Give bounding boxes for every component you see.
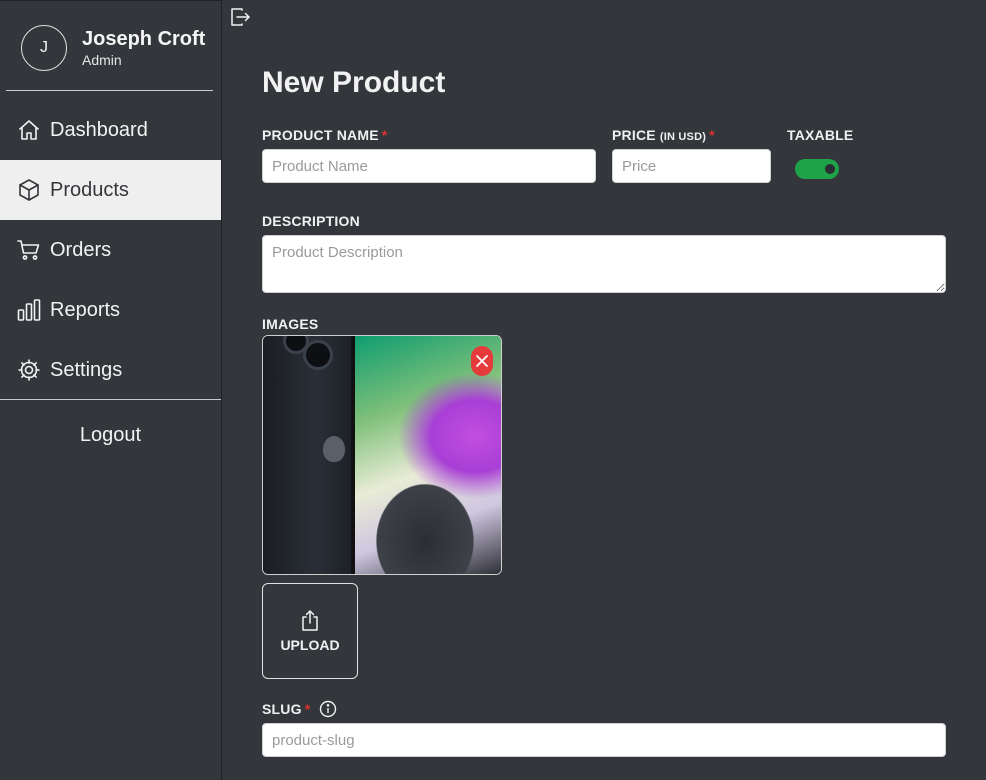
- sidebar-item-label: Reports: [50, 298, 121, 321]
- required-mark: *: [709, 127, 715, 143]
- product-image-thumbnail[interactable]: [262, 335, 502, 575]
- user-name: Joseph Croft: [82, 28, 206, 50]
- avatar: J: [21, 25, 67, 71]
- app-window: J Joseph Croft Admin Dashboard Products: [0, 0, 986, 780]
- label-text: PRODUCT NAME: [262, 127, 379, 143]
- slug-input[interactable]: [262, 723, 946, 757]
- sidebar-item-label: Products: [50, 178, 129, 201]
- sidebar-item-label: Dashboard: [50, 118, 148, 141]
- label-text: SLUG: [262, 701, 302, 717]
- box-icon: [16, 177, 42, 203]
- toggle-knob: [825, 164, 835, 174]
- product-name-label: PRODUCT NAME *: [262, 127, 387, 143]
- remove-image-button[interactable]: [471, 346, 493, 376]
- upload-icon: [302, 610, 318, 631]
- sidebar-item-orders[interactable]: Orders: [0, 220, 221, 280]
- description-textarea[interactable]: [262, 235, 946, 293]
- price-input[interactable]: [612, 149, 771, 183]
- label-text: PRICE: [612, 127, 656, 143]
- price-label: PRICE (IN USD) *: [612, 127, 715, 143]
- required-mark: *: [304, 701, 311, 717]
- gear-icon: [16, 357, 42, 383]
- sidebar-divider: [0, 399, 221, 400]
- sidebar-item-products[interactable]: Products: [0, 160, 221, 220]
- sidebar: J Joseph Croft Admin Dashboard Products: [0, 0, 222, 780]
- sidebar-divider: [6, 90, 213, 91]
- sidebar-item-dashboard[interactable]: Dashboard: [0, 100, 221, 160]
- home-icon: [16, 117, 42, 143]
- profile-text: Joseph Croft Admin: [82, 27, 205, 69]
- camera-lens: [303, 340, 333, 370]
- upload-button[interactable]: UPLOAD: [262, 583, 358, 679]
- sidebar-nav: Dashboard Products Orders Reports Settin…: [0, 100, 221, 400]
- required-mark: *: [381, 127, 388, 143]
- images-label: IMAGES: [262, 316, 319, 332]
- main-content: New Product PRODUCT NAME* PRICE (IN USD)…: [222, 0, 986, 780]
- upload-label: UPLOAD: [280, 637, 340, 653]
- logout-button[interactable]: Logout: [0, 405, 221, 465]
- slug-label: SLUG *: [262, 701, 310, 717]
- sidebar-item-reports[interactable]: Reports: [0, 280, 221, 340]
- sign-out-icon[interactable]: [229, 6, 251, 28]
- apple-logo-icon: [323, 436, 345, 462]
- price-unit: (IN USD): [659, 131, 707, 143]
- sidebar-item-label: Settings: [50, 358, 123, 381]
- taxable-label: TAXABLE: [787, 127, 854, 143]
- description-label: DESCRIPTION: [262, 213, 360, 229]
- cart-icon: [16, 237, 42, 263]
- phone-back-graphic: [263, 336, 351, 574]
- info-icon[interactable]: [319, 700, 337, 718]
- close-icon: [476, 355, 488, 367]
- bar-chart-icon: [16, 297, 42, 323]
- user-profile: J Joseph Croft Admin: [21, 25, 205, 71]
- sidebar-item-label: Orders: [50, 238, 112, 261]
- product-name-input[interactable]: [262, 149, 596, 183]
- page-title: New Product: [262, 66, 446, 99]
- sidebar-item-settings[interactable]: Settings: [0, 340, 221, 400]
- taxable-toggle[interactable]: [795, 159, 839, 179]
- user-role: Admin: [82, 52, 122, 68]
